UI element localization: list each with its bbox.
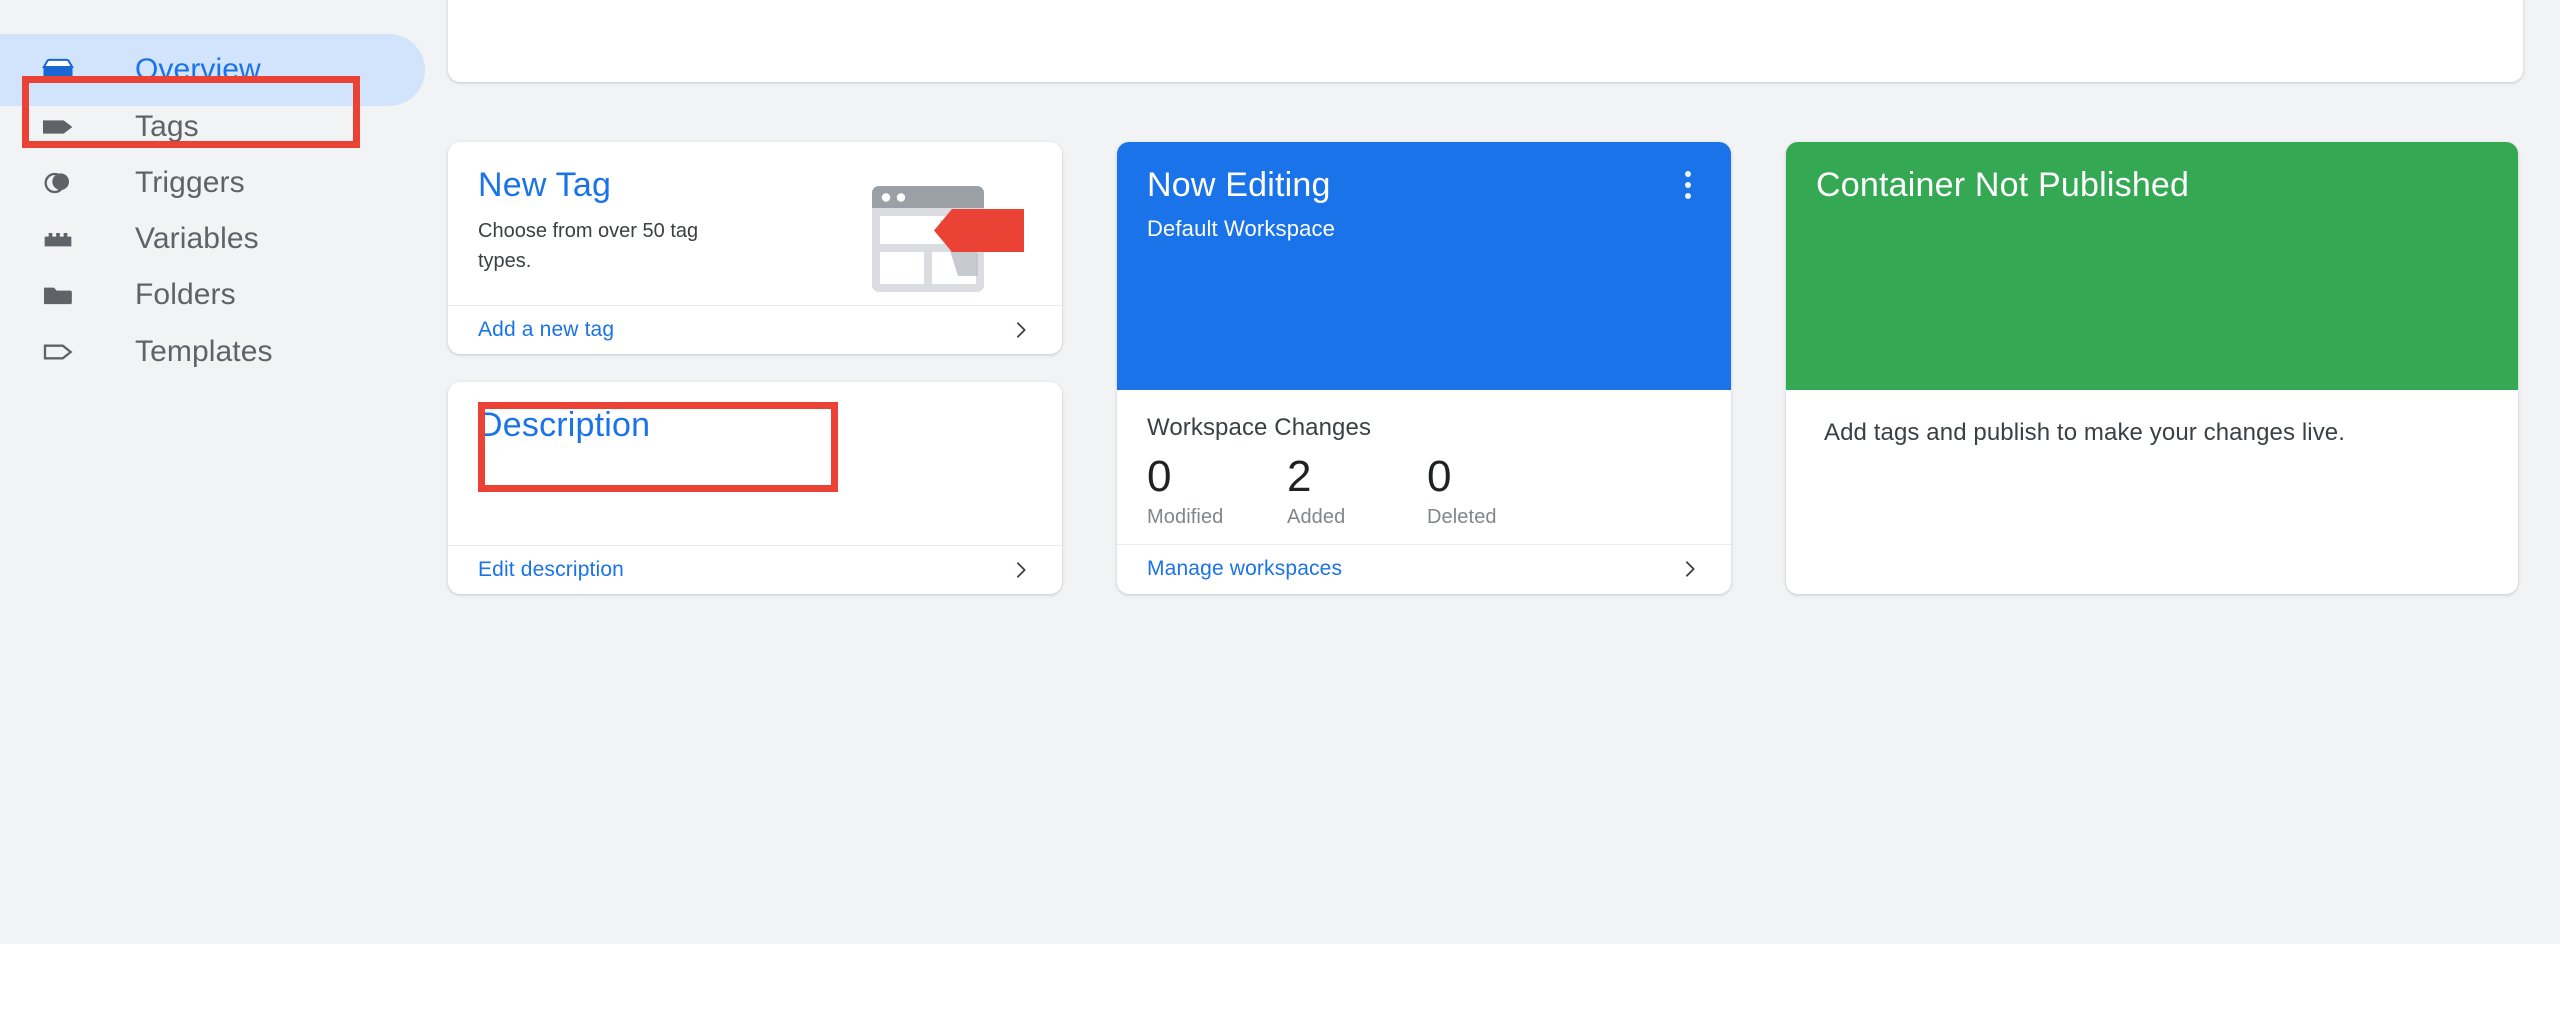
edit-description-link[interactable]: Edit description (448, 545, 1062, 594)
trigger-circles-icon (35, 160, 81, 206)
add-a-new-tag-label: Add a new tag (478, 318, 615, 341)
stat-value: 0 (1147, 452, 1172, 501)
stat-added: 2 Added (1287, 450, 1427, 529)
more-vert-icon[interactable] (1671, 168, 1705, 202)
browser-window-with-tag-icon (854, 178, 1040, 300)
add-a-new-tag-link[interactable]: Add a new tag (448, 305, 1062, 354)
chevron-right-icon (1010, 319, 1032, 341)
description-card-body: Description (448, 382, 1062, 545)
container-status-text: Add tags and publish to make your change… (1824, 419, 2346, 446)
now-editing-title: Now Editing (1147, 166, 1331, 204)
container-status-body: Add tags and publish to make your change… (1786, 390, 2518, 452)
stat-deleted: 0 Deleted (1427, 450, 1567, 529)
main-content-area: New Tag Choose from over 50 tag types. A… (443, 0, 2560, 944)
sidebar-item-label: Tags (135, 110, 199, 143)
container-not-published-card: Container Not Published Add tags and pub… (1786, 142, 2518, 594)
description-card-title: Description (478, 406, 651, 444)
now-editing-hero: Now Editing Default Workspace (1117, 142, 1731, 390)
workspace-changes-heading: Workspace Changes (1147, 414, 1372, 441)
stat-value: 0 (1427, 452, 1452, 501)
manage-workspaces-label: Manage workspaces (1147, 557, 1343, 580)
container-status-hero: Container Not Published (1786, 142, 2518, 390)
container-status-title: Container Not Published (1816, 166, 2190, 204)
sidebar-item-label: Templates (135, 335, 273, 368)
sidebar-item-label: Variables (135, 222, 259, 255)
gtm-overview-screen: Overview Tags Triggers Variables Folders… (0, 0, 2560, 1014)
kebab-dot (1685, 182, 1691, 188)
container-box-icon (35, 47, 81, 93)
stat-label: Added (1287, 506, 1346, 528)
new-tag-card-body: New Tag Choose from over 50 tag types. (448, 142, 1062, 305)
sidebar-item-templates[interactable]: Templates (0, 316, 425, 388)
new-tag-card: New Tag Choose from over 50 tag types. A… (448, 142, 1062, 354)
stat-label: Deleted (1427, 506, 1497, 528)
now-editing-card: Now Editing Default Workspace Workspace … (1117, 142, 1731, 594)
chevron-right-icon (1679, 558, 1701, 580)
kebab-dot (1685, 193, 1691, 199)
kebab-dot (1685, 171, 1691, 177)
left-sidebar-nav: Overview Tags Triggers Variables Folders… (0, 0, 443, 944)
stat-modified: 0 Modified (1147, 450, 1287, 529)
chevron-right-icon (1010, 559, 1032, 581)
new-tag-card-subtitle: Choose from over 50 tag types. (478, 220, 699, 272)
variable-block-icon (35, 216, 81, 262)
tag-filled-icon (35, 104, 81, 150)
stat-label: Modified (1147, 506, 1224, 528)
description-card: Description Edit description (448, 382, 1062, 594)
edit-description-label: Edit description (478, 558, 624, 581)
manage-workspaces-link[interactable]: Manage workspaces (1117, 544, 1731, 593)
tag-outline-icon (35, 329, 81, 375)
stat-value: 2 (1287, 452, 1312, 501)
now-editing-workspace-name: Default Workspace (1147, 216, 1336, 241)
sidebar-item-label: Triggers (135, 166, 245, 199)
workspace-changes-section: Workspace Changes 0 Modified 2 Added 0 D… (1117, 390, 1731, 544)
folder-icon (35, 272, 81, 318)
partially-hidden-card-above (448, 0, 2523, 82)
sidebar-item-label: Folders (135, 278, 236, 311)
sidebar-item-label: Overview (135, 53, 261, 86)
workspace-changes-stats: 0 Modified 2 Added 0 Deleted (1147, 450, 1701, 529)
